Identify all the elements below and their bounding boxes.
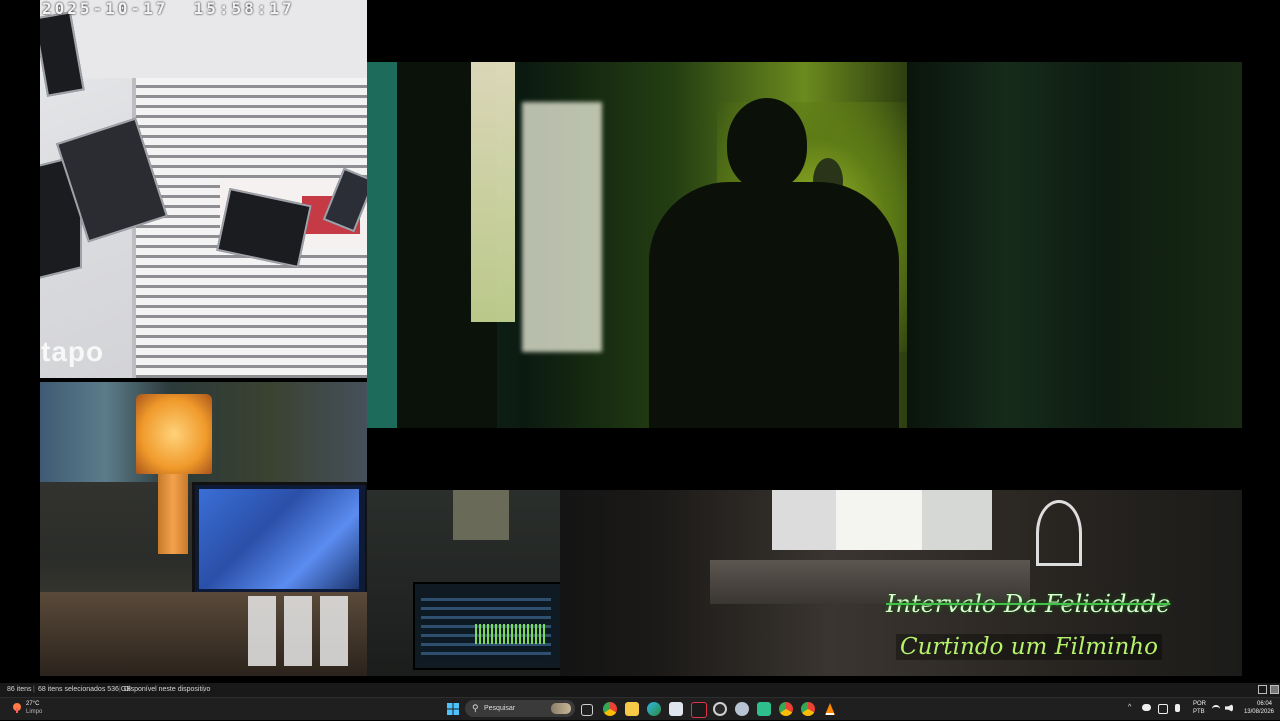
chrome-icon[interactable] (603, 702, 617, 716)
edge-icon[interactable] (647, 702, 661, 716)
language-indicator[interactable]: POR (1193, 701, 1206, 707)
file-explorer-icon[interactable] (625, 702, 639, 716)
clock-date[interactable]: 13/08/2026 (1240, 709, 1274, 715)
explorer-status-bar: 86 itens | 68 itens selecionados 536 GB … (0, 683, 1280, 697)
room-monitor (192, 482, 367, 600)
movie-silhouette-head (727, 98, 807, 190)
stream-overlay-subtitle: Curtindo um Filminho (896, 634, 1162, 660)
notepad-icon[interactable] (669, 702, 683, 716)
chrome-profile-icon[interactable] (779, 702, 793, 716)
studio-screen (413, 582, 560, 670)
details-view-button[interactable] (1258, 685, 1267, 694)
weather-condition: Limpo (26, 709, 43, 715)
kitchen-chair (1036, 500, 1082, 566)
taskbar-search[interactable]: ⚲ Pesquisar (465, 700, 575, 717)
weather-icon (13, 703, 21, 713)
microphone-icon[interactable] (1175, 704, 1180, 712)
room-lamp-base (158, 474, 188, 554)
movie-silhouette-body (649, 182, 899, 428)
status-item-count: 86 itens (7, 686, 32, 693)
tiles-view-button[interactable] (1270, 685, 1279, 694)
clock-time[interactable]: 06:04 (1250, 701, 1272, 707)
studio-audio-meter (475, 624, 545, 644)
obs-icon[interactable] (713, 702, 727, 716)
volume-icon[interactable] (1225, 704, 1233, 712)
movie-window-light (471, 62, 515, 322)
status-divider: | (203, 686, 205, 693)
camera-brand-watermark: tapo (41, 336, 105, 367)
status-divider: | (119, 686, 121, 693)
task-view-icon[interactable] (581, 704, 593, 716)
camera-timestamp: 2025-10-17 15:58:17 (42, 0, 295, 18)
taskbar: 27°C Limpo ⚲ Pesquisar ^ POR PTB 06:04 1… (0, 697, 1280, 720)
room-monitor-screen (199, 489, 359, 589)
search-label: Pesquisar (484, 705, 516, 712)
kitchen-window-left (772, 490, 836, 550)
studio-wall-picture (453, 490, 509, 540)
tray-overflow-chevron[interactable]: ^ (1128, 703, 1131, 713)
capcut-icon[interactable] (691, 702, 707, 718)
sync-icon[interactable] (1158, 704, 1168, 714)
wifi-icon[interactable] (1212, 705, 1220, 713)
windows-start-icon[interactable] (446, 702, 460, 716)
keyboard-layout[interactable]: PTB (1193, 709, 1205, 715)
status-availability: Disponível neste dispositivo (124, 686, 211, 693)
room-bottles (248, 596, 348, 666)
camera-feed-front (40, 0, 367, 378)
status-divider: | (33, 686, 35, 693)
chrome-alt-icon[interactable] (801, 702, 815, 716)
stream-overlay-title: Intervalo Da Felicidade (886, 590, 1171, 618)
movie-light-glow (522, 102, 602, 352)
movie-video-panel (367, 62, 1242, 428)
camera-feed-studio (367, 490, 560, 676)
kitchen-window-right (922, 490, 992, 550)
room-lamp (136, 394, 212, 474)
status-selection: 68 itens selecionados 536 GB (38, 686, 132, 693)
search-icon: ⚲ (472, 703, 479, 713)
app-green-icon[interactable] (757, 702, 771, 716)
camera-feed-room (40, 382, 367, 676)
search-highlight-art (551, 703, 571, 714)
weather-temperature: 27°C (26, 701, 40, 707)
steam-icon[interactable] (735, 702, 749, 716)
kitchen-wall (836, 490, 926, 550)
cloud-icon[interactable] (1142, 704, 1151, 711)
movie-curtain (907, 62, 1242, 428)
vlc-icon[interactable] (823, 702, 837, 716)
